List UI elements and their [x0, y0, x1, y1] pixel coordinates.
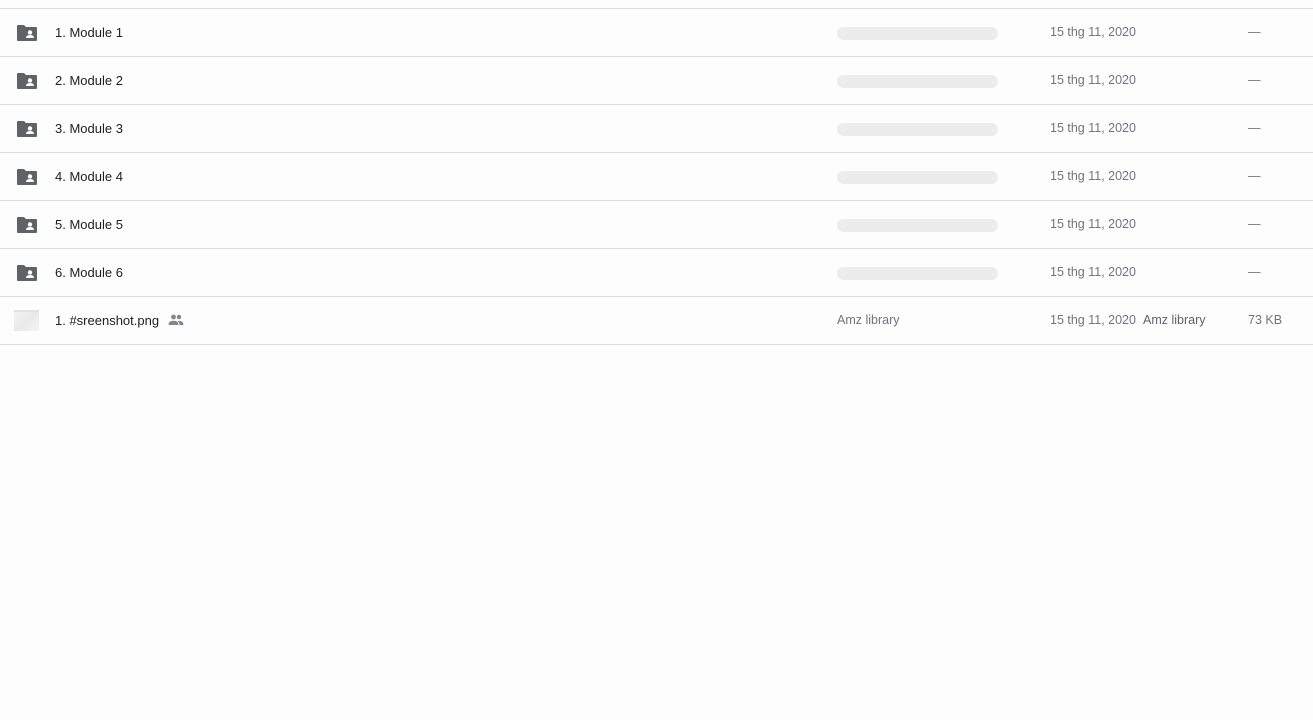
- shared-folder-icon: [17, 265, 37, 281]
- modified-date: 15 thg 11, 2020: [1050, 169, 1136, 183]
- file-row[interactable]: 2. Module 2 15 thg 11, 2020 —: [0, 57, 1313, 105]
- file-size: —: [1248, 121, 1261, 135]
- file-name[interactable]: 4. Module 4: [55, 169, 123, 184]
- file-name[interactable]: 1. #sreenshot.png: [55, 313, 184, 328]
- modified-date: 15 thg 11, 2020: [1050, 25, 1136, 39]
- file-list: 1. Module 1 15 thg 11, 2020 — 2. Module …: [0, 8, 1313, 345]
- file-row[interactable]: 1. #sreenshot.png Amz library 15 thg 11,…: [0, 297, 1313, 345]
- modified-date: 15 thg 11, 2020: [1050, 313, 1136, 327]
- file-row[interactable]: 3. Module 3 15 thg 11, 2020 —: [0, 105, 1313, 153]
- shared-folder-icon: [17, 73, 37, 89]
- shared-folder-icon: [17, 217, 37, 233]
- owner-placeholder: [837, 123, 998, 136]
- modified-date: 15 thg 11, 2020: [1050, 73, 1136, 87]
- owner-placeholder: [837, 267, 998, 280]
- file-size: 73 KB: [1248, 313, 1283, 327]
- shared-folder-icon: [17, 121, 37, 137]
- owner-placeholder: [837, 75, 998, 88]
- modified-by: Amz library: [1143, 313, 1206, 327]
- shared-folder-icon: [17, 25, 37, 41]
- modified-date: 15 thg 11, 2020: [1050, 265, 1136, 279]
- image-thumbnail: [14, 310, 39, 331]
- file-name[interactable]: 6. Module 6: [55, 265, 123, 280]
- file-name[interactable]: 2. Module 2: [55, 73, 123, 88]
- file-row[interactable]: 5. Module 5 15 thg 11, 2020 —: [0, 201, 1313, 249]
- file-size: —: [1248, 169, 1261, 183]
- file-name[interactable]: 5. Module 5: [55, 217, 123, 232]
- owner-placeholder: [837, 171, 998, 184]
- file-size: —: [1248, 25, 1261, 39]
- modified-date: 15 thg 11, 2020: [1050, 121, 1136, 135]
- file-size: —: [1248, 73, 1261, 87]
- file-row[interactable]: 4. Module 4 15 thg 11, 2020 —: [0, 153, 1313, 201]
- owner-name: Amz library: [837, 313, 900, 327]
- owner-placeholder: [837, 219, 998, 232]
- file-size: —: [1248, 265, 1261, 279]
- file-row[interactable]: 6. Module 6 15 thg 11, 2020 —: [0, 249, 1313, 297]
- modified-date: 15 thg 11, 2020: [1050, 217, 1136, 231]
- owner-placeholder: [837, 27, 998, 40]
- file-row[interactable]: 1. Module 1 15 thg 11, 2020 —: [0, 9, 1313, 57]
- file-name[interactable]: 1. Module 1: [55, 25, 123, 40]
- file-size: —: [1248, 217, 1261, 231]
- shared-folder-icon: [17, 169, 37, 185]
- file-name[interactable]: 3. Module 3: [55, 121, 123, 136]
- people-icon: [168, 314, 184, 325]
